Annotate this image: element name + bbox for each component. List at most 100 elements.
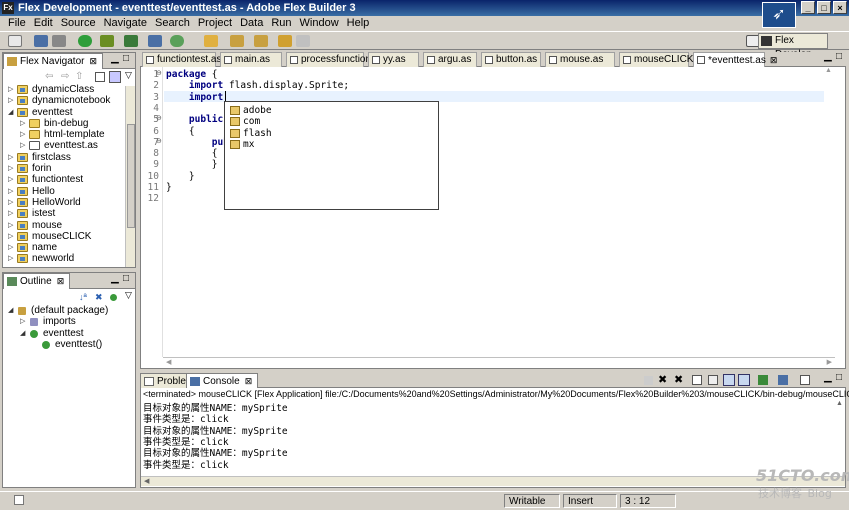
menu-edit[interactable]: Edit xyxy=(30,16,57,31)
collapsed-arrow-icon[interactable]: ▷ xyxy=(20,129,25,140)
collapsed-arrow-icon[interactable]: ▷ xyxy=(8,186,13,197)
outline-item[interactable]: eventtest() xyxy=(6,339,134,350)
run-icon[interactable] xyxy=(78,35,92,47)
display-console-icon[interactable] xyxy=(778,375,788,385)
editor-tab[interactable]: mouseCLICK.as xyxy=(619,52,707,67)
close-icon[interactable]: ⊠ xyxy=(245,376,253,386)
editor-tab[interactable]: *eventtest.as ⊠ xyxy=(693,52,777,67)
tree-item[interactable]: ▷ eventtest.as xyxy=(2,140,120,151)
sort-icon[interactable]: ↓ª xyxy=(79,292,87,302)
debug-icon[interactable] xyxy=(100,35,114,47)
hide-static-icon[interactable] xyxy=(110,294,117,301)
tree-item[interactable]: ▷ mouse xyxy=(2,220,120,231)
autocomplete-popup[interactable]: adobe com flash mx xyxy=(224,101,439,210)
tree-item[interactable]: ▷ forin xyxy=(2,163,120,174)
collapse-all-icon[interactable] xyxy=(95,72,105,82)
menu-navigate[interactable]: Navigate xyxy=(100,16,151,31)
remove-all-icon[interactable]: ✖ xyxy=(674,373,683,386)
pin-console-icon[interactable] xyxy=(758,375,768,385)
forward-arrow-icon[interactable]: ⇨ xyxy=(61,71,69,82)
collapsed-arrow-icon[interactable]: ▷ xyxy=(8,197,13,208)
menu-file[interactable]: File xyxy=(4,16,30,31)
prev-annotation-icon[interactable] xyxy=(254,35,268,47)
tree-item[interactable]: ▷ dynamicClass xyxy=(2,84,120,95)
menu-source[interactable]: Source xyxy=(57,16,100,31)
navigator-scrollbar[interactable] xyxy=(125,86,135,267)
clear-console-icon[interactable] xyxy=(692,375,702,385)
console-output[interactable]: <terminated> mouseCLICK [Flex Applicatio… xyxy=(140,388,849,488)
collapsed-arrow-icon[interactable]: ▷ xyxy=(8,231,13,242)
collapsed-arrow-icon[interactable]: ▷ xyxy=(8,95,13,106)
next-annotation-icon[interactable] xyxy=(230,35,244,47)
perspective-button[interactable]: Flex Develop... xyxy=(758,33,828,60)
editor-horizontal-scrollbar[interactable]: ◀ ▶ xyxy=(163,357,835,367)
maximize-view-icon[interactable]: □ xyxy=(123,273,129,284)
terminate-icon[interactable] xyxy=(644,376,653,385)
tree-item[interactable]: ▷ name xyxy=(2,242,120,253)
collapsed-arrow-icon[interactable]: ▷ xyxy=(20,118,25,129)
fold-icon[interactable]: ⊖ xyxy=(156,137,162,145)
menu-help[interactable]: Help xyxy=(343,16,374,31)
tree-item[interactable]: ◢ eventtest xyxy=(2,107,120,118)
link-editor-icon[interactable] xyxy=(109,71,121,83)
profile-icon[interactable] xyxy=(124,35,138,47)
view-menu-icon[interactable]: ▽ xyxy=(125,290,132,301)
tree-item[interactable]: ▷ firstclass xyxy=(2,152,120,163)
minimize-button[interactable]: _ xyxy=(801,1,815,14)
tree-item[interactable]: ▷ Hello xyxy=(2,186,120,197)
scrollbar-thumb[interactable] xyxy=(127,124,135,228)
fast-view-icon[interactable] xyxy=(14,495,24,505)
menu-search[interactable]: Search xyxy=(151,16,194,31)
tree-item[interactable]: ▷ HelloWorld xyxy=(2,197,120,208)
editor-tab[interactable]: button.as xyxy=(481,52,541,67)
tab-flex-navigator[interactable]: Flex Navigator ⊠ xyxy=(3,53,104,69)
remove-launch-icon[interactable]: ✖ xyxy=(658,373,667,386)
expanded-arrow-icon[interactable]: ◢ xyxy=(8,305,13,316)
tab-outline[interactable]: Outline ⊠ xyxy=(3,273,71,289)
view-menu-icon[interactable]: ▽ xyxy=(125,70,132,81)
close-icon[interactable]: ⊠ xyxy=(89,56,97,66)
save-icon[interactable] xyxy=(34,35,48,47)
show-on-output-icon[interactable] xyxy=(738,374,750,386)
tree-item[interactable]: ▷ html-template xyxy=(2,129,120,140)
outline-item[interactable]: ◢ (default package) xyxy=(6,305,134,316)
editor-tab[interactable]: yy.as xyxy=(368,52,419,67)
word-wrap-icon[interactable] xyxy=(723,374,735,386)
hide-fields-icon[interactable]: ✖ xyxy=(95,292,103,303)
maximize-view-icon[interactable]: □ xyxy=(836,372,842,383)
editor-tab[interactable]: mouse.as xyxy=(545,52,615,67)
scroll-up-icon[interactable]: ▲ xyxy=(825,67,832,74)
fold-icon[interactable]: ⊖ xyxy=(156,114,162,122)
minimize-view-icon[interactable]: ▁ xyxy=(111,53,119,64)
scroll-left-icon[interactable]: ◀ xyxy=(166,358,171,366)
console-horizontal-scrollbar[interactable]: ◀ xyxy=(141,476,845,486)
outline-item[interactable]: ◢ eventtest xyxy=(6,328,134,339)
editor-tab[interactable]: argu.as xyxy=(423,52,477,67)
maximize-view-icon[interactable]: □ xyxy=(123,53,129,64)
pencil-icon[interactable] xyxy=(204,35,218,47)
scroll-up-icon[interactable]: ▲ xyxy=(836,400,843,407)
collapsed-arrow-icon[interactable]: ▷ xyxy=(20,316,25,327)
editor-tab[interactable]: main.as xyxy=(220,52,282,67)
fold-icon[interactable]: ⊖ xyxy=(156,69,162,77)
editor-tab[interactable]: functiontest.as xyxy=(142,52,221,67)
tab-console[interactable]: Console ⊠ xyxy=(186,373,259,389)
tree-item[interactable]: ▷ functiontest xyxy=(2,174,120,185)
back-arrow-icon[interactable]: ⇦ xyxy=(45,71,53,82)
tree-item[interactable]: ▷ mouseCLICK xyxy=(2,231,120,242)
up-icon[interactable]: ⇧ xyxy=(75,71,83,82)
scroll-lock-icon[interactable] xyxy=(708,375,718,385)
scroll-right-icon[interactable]: ▶ xyxy=(827,358,832,366)
tree-item[interactable]: ▷ bin-debug xyxy=(2,118,120,129)
minimize-view-icon[interactable]: ▁ xyxy=(824,372,832,383)
collapsed-arrow-icon[interactable]: ▷ xyxy=(8,163,13,174)
forward-icon[interactable] xyxy=(296,35,310,47)
outline-item[interactable]: ▷ imports xyxy=(6,316,134,327)
editor-vertical-scrollbar[interactable]: ▲ xyxy=(824,67,834,357)
open-console-icon[interactable] xyxy=(800,375,810,385)
tree-item[interactable]: ▷ istest xyxy=(2,208,120,219)
menu-run[interactable]: Run xyxy=(267,16,295,31)
close-button[interactable]: × xyxy=(833,1,847,14)
close-icon[interactable]: ⊠ xyxy=(770,55,778,65)
editor-tab[interactable]: processfunction.as xyxy=(286,52,384,67)
